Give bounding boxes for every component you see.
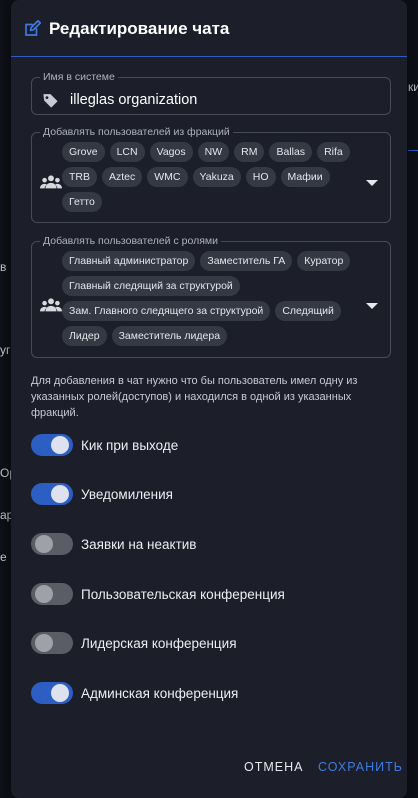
toggle-label: Админская конференция (81, 685, 239, 701)
toggle-label: Уведомиления (81, 486, 173, 502)
toggle-label: Заявки на неактив (81, 536, 197, 552)
role-chip[interactable]: Главный следящий за структурой (62, 276, 240, 296)
toggle-label: Лидерская конференция (81, 635, 237, 651)
toggle-switch[interactable] (31, 432, 73, 458)
faction-chip[interactable]: LCN (109, 142, 145, 162)
faction-chip[interactable]: NW (197, 142, 230, 162)
cancel-button[interactable]: ОТМЕНА (244, 760, 303, 774)
toggle-knob (35, 634, 53, 652)
toggle-admin-conference[interactable]: Админская конференция (31, 680, 238, 706)
dialog-header: Редактирование чата (11, 0, 407, 57)
toggle-knob (51, 485, 69, 503)
system-name-legend: Имя в системе (43, 71, 115, 83)
background-text: в (0, 260, 7, 274)
edit-chat-dialog: Редактирование чата Имя в системе Добавл… (11, 0, 407, 798)
role-chip[interactable]: Следящий (275, 301, 341, 321)
toggle-knob (51, 436, 69, 454)
role-chip[interactable]: Куратор (297, 251, 351, 271)
background-divider (408, 150, 418, 151)
toggle-switch[interactable] (31, 630, 73, 656)
toggle-label: Кик при выходе (81, 437, 179, 453)
faction-chip[interactable]: Гетто (62, 192, 102, 212)
background-text: ки (408, 80, 418, 94)
system-name-field: Имя в системе (31, 71, 391, 115)
system-name-input[interactable] (70, 89, 370, 111)
factions-select[interactable]: Добавлять пользователей из фракций Grove… (31, 126, 391, 223)
factions-dropdown-caret-icon[interactable] (366, 180, 378, 186)
role-chip[interactable]: Заместитель лидера (111, 326, 228, 346)
roles-legend: Добавлять пользователей с ролями (43, 235, 218, 247)
faction-chip[interactable]: RM (234, 142, 265, 162)
role-chip[interactable]: Зам. Главного следящего за структурой (62, 301, 271, 321)
toggle-label: Пользовательская конференция (81, 586, 285, 602)
toggle-switch[interactable] (31, 680, 73, 706)
faction-chip[interactable]: Rifa (317, 142, 350, 162)
tag-icon (43, 94, 58, 108)
toggle-inactive-requests[interactable]: Заявки на неактив (31, 531, 196, 557)
faction-chip[interactable]: Ballas (269, 142, 313, 162)
background-text: уг (0, 343, 11, 357)
factions-legend: Добавлять пользователей из фракций (43, 126, 230, 138)
people-icon (40, 298, 62, 312)
faction-chip[interactable]: Grove (62, 142, 105, 162)
factions-chip-list: Grove LCN Vagos NW RM Ballas Rifa TRB Az… (62, 142, 362, 212)
faction-chip[interactable]: НО (245, 167, 276, 187)
roles-select[interactable]: Добавлять пользователей с ролями Главный… (31, 235, 391, 358)
save-button[interactable]: СОХРАНИТЬ (318, 760, 403, 774)
toggle-leader-conference[interactable]: Лидерская конференция (31, 630, 237, 656)
faction-chip[interactable]: Мафии (280, 167, 330, 187)
toggle-user-conference[interactable]: Пользовательская конференция (31, 581, 285, 607)
faction-chip[interactable]: Yakuza (192, 167, 241, 187)
edit-icon (25, 20, 41, 36)
role-chip[interactable]: Главный администратор (62, 251, 196, 271)
faction-chip[interactable]: Vagos (149, 142, 193, 162)
toggle-switch[interactable] (31, 581, 73, 607)
background-text: е (0, 550, 7, 564)
toggle-knob (35, 585, 53, 603)
role-chip[interactable]: Заместитель ГА (200, 251, 293, 271)
roles-dropdown-caret-icon[interactable] (366, 303, 378, 309)
dialog-title: Редактирование чата (49, 19, 230, 38)
faction-chip[interactable]: Aztec (102, 167, 143, 187)
faction-chip[interactable]: WMC (147, 167, 188, 187)
toggle-knob (51, 684, 69, 702)
role-chip[interactable]: Лидер (62, 326, 107, 346)
toggle-switch[interactable] (31, 531, 73, 557)
toggle-switch[interactable] (31, 481, 73, 507)
hint-text: Для добавления в чат нужно что бы пользо… (31, 375, 358, 419)
toggle-knob (35, 535, 53, 553)
roles-chip-list: Главный администратор Заместитель ГА Кур… (62, 251, 362, 346)
faction-chip[interactable]: TRB (62, 167, 97, 187)
toggle-notifications[interactable]: Уведомиления (31, 481, 173, 507)
people-icon (40, 175, 62, 189)
toggle-kick-on-exit[interactable]: Кик при выходе (31, 432, 178, 458)
